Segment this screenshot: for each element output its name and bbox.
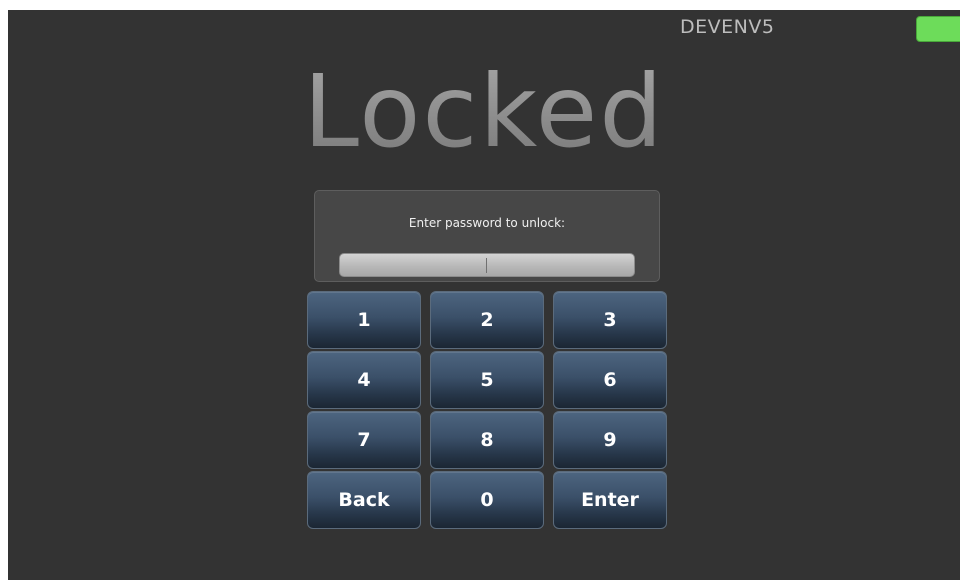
- lock-screen: DEVENV5 Locked Enter password to unlock:…: [8, 10, 960, 580]
- key-7-button[interactable]: 7: [307, 411, 421, 469]
- password-panel: Enter password to unlock:: [314, 190, 660, 282]
- status-indicator: [916, 16, 960, 42]
- locked-title: Locked: [8, 52, 960, 172]
- key-6-button[interactable]: 6: [553, 351, 667, 409]
- back-button[interactable]: Back: [307, 471, 421, 529]
- key-3-button[interactable]: 3: [553, 291, 667, 349]
- key-8-button[interactable]: 8: [430, 411, 544, 469]
- password-input[interactable]: [339, 253, 635, 277]
- key-0-button[interactable]: 0: [430, 471, 544, 529]
- key-4-button[interactable]: 4: [307, 351, 421, 409]
- key-5-button[interactable]: 5: [430, 351, 544, 409]
- enter-button[interactable]: Enter: [553, 471, 667, 529]
- key-9-button[interactable]: 9: [553, 411, 667, 469]
- password-prompt: Enter password to unlock:: [408, 216, 566, 230]
- key-1-button[interactable]: 1: [307, 291, 421, 349]
- text-cursor: [486, 258, 487, 273]
- device-name-label: DEVENV5: [680, 16, 775, 38]
- key-2-button[interactable]: 2: [430, 291, 544, 349]
- keypad: 1 2 3 4 5 6 7 8 9 Back 0 Enter: [307, 291, 669, 533]
